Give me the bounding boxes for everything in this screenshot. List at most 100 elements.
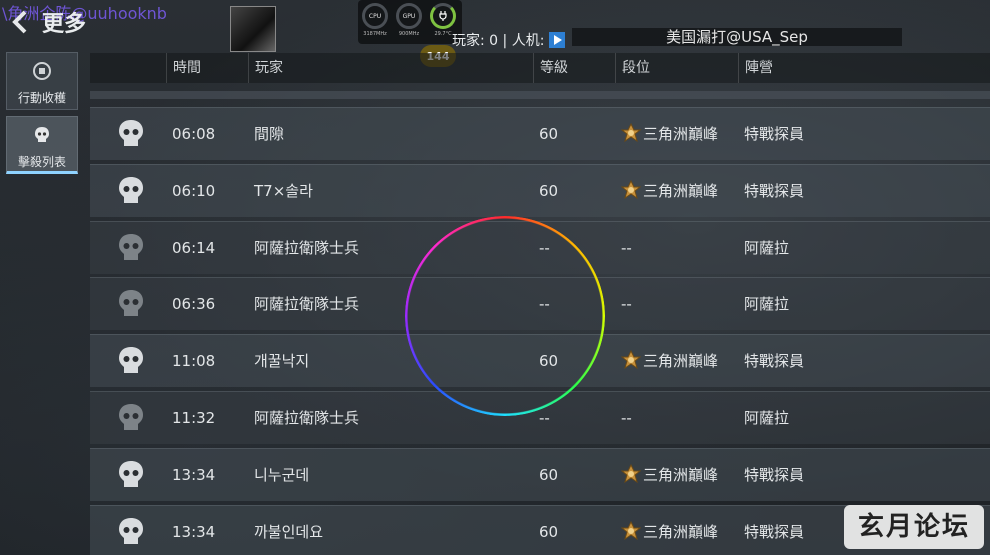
kill-list-table: 時間 玩家 等級 段位 陣營 06:08 間隙 60 三角洲巔峰 特戰探員 06:10 T7… — [90, 53, 990, 555]
player-level: 60 — [539, 181, 559, 200]
rank-badge-icon — [621, 123, 641, 143]
table-row[interactable]: 13:34 니누군데 60 三角洲巔峰 特戰探員 — [90, 447, 990, 501]
kill-skull-cell — [116, 506, 148, 555]
top-bar: \角洲企陈@uuhooknb 更多 CPU 3187MHz GPU 900MHz… — [0, 0, 990, 67]
hardware-overlay: CPU 3187MHz GPU 900MHz 29.7°C — [358, 0, 462, 44]
player-rank: -- — [621, 278, 632, 330]
forum-watermark: 玄月论坛 — [844, 505, 984, 549]
players-count: 玩家: 0 | 人机: — [452, 30, 565, 50]
player-level: 60 — [539, 125, 559, 143]
player-name: 間隙 — [254, 125, 285, 143]
rank-label: -- — [621, 295, 632, 314]
column-header-player: 玩家 — [248, 53, 283, 83]
kill-time: 06:36 — [172, 295, 216, 314]
sidebar-item-kill-list[interactable]: 擊殺列表 — [6, 116, 78, 174]
player-name: 까불인데요 — [254, 522, 324, 541]
player-rank: 三角洲巔峰 — [621, 165, 718, 217]
ai-skull-icon — [119, 404, 143, 430]
rank-badge-icon — [621, 520, 641, 540]
rank-badge-icon — [621, 179, 641, 199]
cpu-gauge-label: CPU — [368, 12, 382, 20]
sidebar-item-label: 行動收穫 — [17, 91, 66, 105]
operator-skull-icon — [119, 176, 143, 203]
kill-time: 11:32 — [172, 409, 216, 427]
player-faction: 特戰探員 — [744, 352, 805, 371]
kill-skull-cell — [116, 278, 148, 330]
player-name: 阿薩拉衛隊士兵 — [254, 409, 360, 427]
table-row[interactable]: 06:10 T7×솔라 60 三角洲巔峰 特戰探員 — [90, 163, 990, 217]
column-header-level: 等級 — [533, 53, 568, 83]
column-header-rank: 段位 — [615, 53, 650, 83]
player-level: -- — [539, 295, 550, 314]
kill-skull-cell — [116, 165, 148, 217]
sidebar: 行動收穫 擊殺列表 — [0, 50, 84, 555]
rank-label: -- — [621, 238, 632, 257]
rank-badge-icon — [621, 463, 641, 483]
table-row[interactable]: 11:08 개꿀낙지 60 三角洲巔峰 特戰探員 — [90, 334, 990, 388]
rank-label: 三角洲巔峰 — [643, 352, 719, 371]
kill-skull-cell — [116, 108, 148, 160]
player-name: 阿薩拉衛隊士兵 — [254, 295, 360, 314]
kill-skull-cell — [116, 335, 148, 387]
rank-badge-icon — [621, 350, 641, 370]
player-rank: 三角洲巔峰 — [621, 108, 718, 160]
table-row[interactable]: 06:14 阿薩拉衛隊士兵 -- -- 阿薩拉 — [90, 220, 990, 274]
server-banner: 美国漏打@USA_Sep — [572, 28, 902, 46]
kill-skull-cell — [116, 222, 148, 274]
kill-time: 13:34 — [172, 465, 216, 484]
kill-time: 13:34 — [172, 522, 216, 541]
ai-skull-icon — [119, 233, 143, 260]
player-rank: 三角洲巔峰 — [621, 506, 718, 555]
column-header-time: 時間 — [166, 53, 201, 83]
column-header-faction: 陣營 — [738, 53, 773, 83]
player-faction: 特戰探員 — [744, 181, 805, 200]
rank-label: 三角洲巔峰 — [643, 181, 719, 200]
sidebar-item-label: 擊殺列表 — [17, 155, 66, 169]
gpu-gauge: GPU — [396, 3, 422, 29]
player-name: 阿薩拉衛隊士兵 — [254, 238, 360, 257]
kill-time: 11:08 — [172, 352, 216, 371]
play-icon — [548, 32, 565, 48]
chevron-left-icon — [12, 10, 27, 34]
back-button[interactable] — [6, 6, 34, 38]
table-row[interactable]: 06:08 間隙 60 三角洲巔峰 特戰探員 — [90, 107, 990, 160]
player-level: 60 — [539, 522, 559, 541]
player-level: -- — [539, 409, 550, 427]
gpu-freq: 900MHz — [398, 31, 420, 37]
kill-time: 06:08 — [172, 125, 216, 143]
player-name: 개꿀낙지 — [254, 352, 310, 371]
player-level: 60 — [539, 352, 559, 371]
player-level: 60 — [539, 465, 559, 484]
skull-icon — [35, 127, 49, 142]
kill-time: 06:10 — [172, 181, 216, 200]
player-rank: -- — [621, 392, 632, 444]
player-name: 니누군데 — [254, 465, 310, 484]
table-row[interactable]: 06:36 阿薩拉衛隊士兵 -- -- 阿薩拉 — [90, 277, 990, 331]
sidebar-item-action-harvest[interactable]: 行動收穫 — [6, 52, 78, 110]
player-faction: 阿薩拉 — [744, 409, 790, 427]
operator-skull-icon — [119, 120, 143, 146]
rank-label: 三角洲巔峰 — [643, 465, 719, 484]
players-label: 玩家: 0 | 人机: — [452, 33, 545, 49]
ai-skull-icon — [119, 290, 143, 317]
temperature-gauge — [430, 3, 456, 29]
action-harvest-icon — [33, 62, 51, 80]
cpu-freq: 3187MHz — [363, 31, 387, 37]
player-rank: 三角洲巔峰 — [621, 449, 718, 501]
operator-skull-icon — [119, 347, 143, 374]
rank-label: -- — [621, 409, 632, 427]
player-rank: 三角洲巔峰 — [621, 335, 718, 387]
player-faction: 特戰探員 — [744, 522, 805, 541]
kill-skull-cell — [116, 449, 148, 501]
player-level: -- — [539, 238, 550, 257]
page-title: 更多 — [42, 12, 87, 37]
kill-time: 06:14 — [172, 238, 216, 257]
avatar — [230, 6, 276, 52]
player-rank: -- — [621, 222, 632, 274]
table-header: 時間 玩家 等級 段位 陣營 — [90, 53, 990, 83]
operator-skull-icon — [119, 517, 143, 544]
kill-skull-cell — [116, 392, 148, 444]
table-row[interactable]: 11:32 阿薩拉衛隊士兵 -- -- 阿薩拉 — [90, 391, 990, 444]
gpu-gauge-label: GPU — [402, 12, 416, 20]
table-divider — [90, 91, 990, 99]
